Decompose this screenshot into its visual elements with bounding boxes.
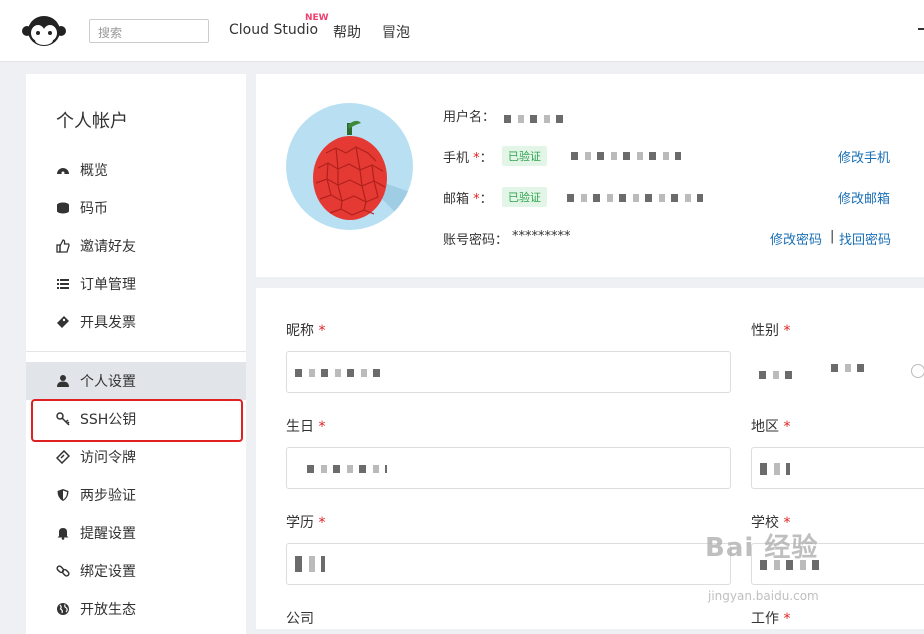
email-label: 邮箱 *： [443, 192, 493, 207]
nickname-label: 昵称 * [286, 323, 326, 339]
sidebar-item-orders[interactable]: 订单管理 [26, 265, 246, 303]
region-value-redacted [760, 463, 790, 475]
region-select[interactable] [751, 447, 924, 489]
nickname-value-redacted [295, 369, 383, 377]
nav-cloud-studio[interactable]: Cloud Studio [229, 22, 318, 38]
required-mark: * [318, 323, 326, 339]
sidebar-item-label: 订单管理 [80, 277, 136, 293]
birthday-input[interactable] [286, 447, 731, 489]
recover-password-link[interactable]: 找回密码 [839, 229, 891, 248]
gender-label: 性别 * [751, 323, 791, 339]
job-label: 工作 * [751, 611, 791, 627]
required-mark: * [318, 515, 326, 531]
gender-option-redacted [831, 364, 871, 372]
link-separator: | [830, 229, 835, 244]
sidebar-item-label: 访问令牌 [80, 450, 136, 466]
sidebar-item-label: 开放生态 [80, 602, 136, 618]
sidebar-divider [26, 351, 246, 352]
sidebar-item-label: 邀请好友 [80, 239, 136, 255]
sidebar-item-access-token[interactable]: 访问令牌 [26, 438, 246, 476]
password-mask: ********* [512, 229, 571, 244]
sidebar-item-two-step[interactable]: 两步验证 [26, 476, 246, 514]
sidebar-item-label: 概览 [80, 163, 108, 179]
sidebar-item-label: 个人设置 [80, 374, 136, 390]
sidebar-item-label: 码币 [80, 201, 108, 217]
ticket-icon [57, 316, 69, 328]
sidebar-item-overview[interactable]: 概览 [26, 151, 246, 189]
account-info-card: 用户名： 手机 *： 已验证 修改手机 邮箱 *： 已验证 修改邮箱 账号密码：… [256, 74, 924, 277]
sidebar-item-coins[interactable]: 码币 [26, 189, 246, 227]
change-email-link[interactable]: 修改邮箱 [838, 188, 890, 207]
thumbs-up-icon [56, 239, 70, 253]
lychee-avatar-icon [313, 120, 413, 230]
menu-edge-icon[interactable] [918, 28, 924, 30]
nav-bubble[interactable]: 冒泡 [382, 22, 410, 42]
sidebar-item-invite[interactable]: 邀请好友 [26, 227, 246, 265]
coding-monkey-logo[interactable] [22, 14, 66, 48]
birthday-value-redacted [307, 465, 387, 473]
sidebar-item-bindings[interactable]: 绑定设置 [26, 552, 246, 590]
user-avatar[interactable] [286, 103, 413, 230]
change-password-link[interactable]: 修改密码 [770, 229, 822, 248]
profile-form-card: 昵称 * 性别 * 生日 * 地区 * 学历 * 学校 * 公司 工作 * [256, 288, 924, 629]
token-icon [56, 450, 70, 464]
account-sidebar: 个人帐户 概览 码币 邀请好友 订单管理 开具发票 个人设置 SSH公钥 访问令… [26, 74, 246, 634]
password-label: 账号密码： [443, 233, 509, 248]
coin-stack-icon [57, 202, 69, 214]
gender-radio[interactable] [911, 364, 924, 378]
username-value-redacted [504, 115, 568, 123]
sidebar-title: 个人帐户 [56, 111, 128, 132]
sidebar-item-label: 两步验证 [80, 488, 136, 504]
link-icon [56, 565, 70, 577]
sidebar-item-notifications[interactable]: 提醒设置 [26, 514, 246, 552]
sidebar-item-personal-settings[interactable]: 个人设置 [26, 362, 246, 400]
required-mark: * [783, 323, 791, 339]
shield-icon [57, 489, 69, 501]
sidebar-item-label: 绑定设置 [80, 564, 136, 580]
gender-option-redacted [759, 371, 799, 379]
nav-help[interactable]: 帮助 [333, 22, 361, 42]
dashboard-icon [57, 168, 69, 175]
new-badge: NEW [305, 13, 329, 23]
phone-label: 手机 *： [443, 151, 493, 166]
sidebar-item-invoice[interactable]: 开具发票 [26, 303, 246, 341]
education-select[interactable] [286, 543, 731, 585]
sidebar-item-ecosystem[interactable]: 开放生态 [26, 590, 246, 628]
company-label: 公司 [286, 611, 314, 627]
nickname-input[interactable] [286, 351, 731, 393]
bell-icon [57, 528, 69, 540]
required-mark: * [318, 419, 326, 435]
sidebar-item-label: 开具发票 [80, 315, 136, 331]
email-verified-badge: 已验证 [502, 187, 547, 207]
baidu-jingyan-watermark-url: jingyan.baidu.com [708, 589, 819, 603]
change-phone-link[interactable]: 修改手机 [838, 147, 890, 166]
phone-value-redacted [571, 152, 681, 160]
baidu-jingyan-watermark: Bai 经验 [705, 533, 819, 563]
list-icon [57, 279, 69, 289]
sidebar-item-label: 提醒设置 [80, 526, 136, 542]
ssh-key-highlight-box [31, 399, 243, 442]
required-mark: * [783, 611, 791, 627]
username-label: 用户名： [443, 110, 496, 125]
required-mark: * [783, 419, 791, 435]
search-input[interactable]: 搜索 [89, 19, 209, 43]
region-label: 地区 * [751, 419, 791, 435]
user-icon [57, 375, 69, 387]
top-navbar: 搜索 Cloud Studio NEW 帮助 冒泡 [0, 0, 924, 62]
education-value-redacted [295, 556, 325, 572]
globe-icon [57, 603, 69, 615]
email-value-redacted [567, 194, 703, 202]
birthday-label: 生日 * [286, 419, 326, 435]
phone-verified-badge: 已验证 [502, 146, 547, 166]
education-label: 学历 * [286, 515, 326, 531]
